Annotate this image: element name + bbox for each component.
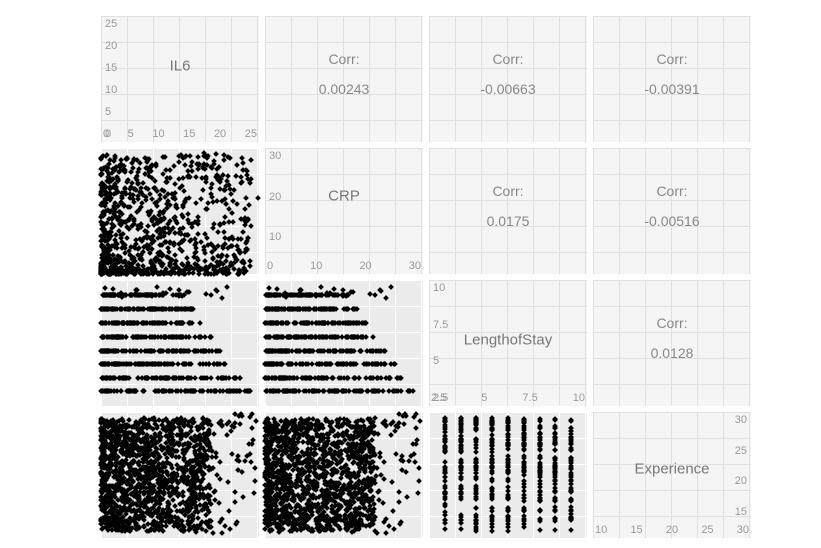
scatter-CRP-LoS [264, 279, 424, 407]
diag-Exp: Experience 15 20 25 30 10 15 20 25 30 [592, 411, 752, 539]
corr-value: 0.0128 [651, 345, 694, 361]
corr-value: -0.00516 [644, 213, 699, 229]
diag-CRP: CRP 10 20 30 0 10 20 30 [264, 147, 424, 275]
corr-label: Corr: [656, 315, 687, 331]
axis-x-LoS: 2.5 5 7.5 10 [431, 392, 585, 404]
scatter-IL6-LoS [100, 279, 260, 407]
axis-y-IL6: 0 5 10 15 20 25 [105, 18, 125, 140]
corr-value: -0.00391 [644, 81, 699, 97]
corr-value: 0.0175 [487, 213, 530, 229]
corr-IL6-Exp: Corr: -0.00391 [592, 15, 752, 143]
var-label-IL6: IL6 [170, 58, 191, 75]
corr-CRP-LoS: Corr: 0.0175 [428, 147, 588, 275]
scatter-CRP-Exp [264, 411, 424, 539]
var-label-CRP: CRP [328, 187, 360, 204]
corr-value: -0.00663 [480, 81, 535, 97]
scatter-LoS-Exp [428, 411, 588, 539]
axis-y-Exp: 15 20 25 30 [735, 414, 747, 536]
corr-IL6-CRP: Corr: 0.00243 [264, 15, 424, 143]
pairs-matrix: IL6 0 5 10 15 20 25 0 5 10 15 20 25 Corr… [100, 15, 752, 539]
diag-LoS: LengthofStay 2.5 5 7.5 10 2.5 5 7.5 10 [428, 279, 588, 407]
corr-label: Corr: [656, 183, 687, 199]
axis-x-IL6: 0 5 10 15 20 25 [103, 128, 257, 140]
corr-value: 0.00243 [319, 81, 370, 97]
corr-label: Corr: [328, 51, 359, 67]
axis-y-LoS: 2.5 5 7.5 10 [433, 282, 453, 404]
corr-label: Corr: [656, 51, 687, 67]
corr-LoS-Exp: Corr: 0.0128 [592, 279, 752, 407]
axis-x-Exp: 10 15 20 25 30 [595, 524, 749, 536]
scatter-IL6-CRP [100, 147, 260, 275]
axis-y-CRP: 10 20 30 [269, 150, 289, 272]
scatter-IL6-Exp [100, 411, 260, 539]
axis-x-CRP: 0 10 20 30 [267, 260, 421, 272]
var-label-LoS: LengthofStay [464, 332, 552, 349]
corr-CRP-Exp: Corr: -0.00516 [592, 147, 752, 275]
corr-label: Corr: [492, 51, 523, 67]
corr-label: Corr: [492, 183, 523, 199]
var-label-Exp: Experience [634, 460, 709, 477]
corr-IL6-LoS: Corr: -0.00663 [428, 15, 588, 143]
diag-IL6: IL6 0 5 10 15 20 25 0 5 10 15 20 25 [100, 15, 260, 143]
